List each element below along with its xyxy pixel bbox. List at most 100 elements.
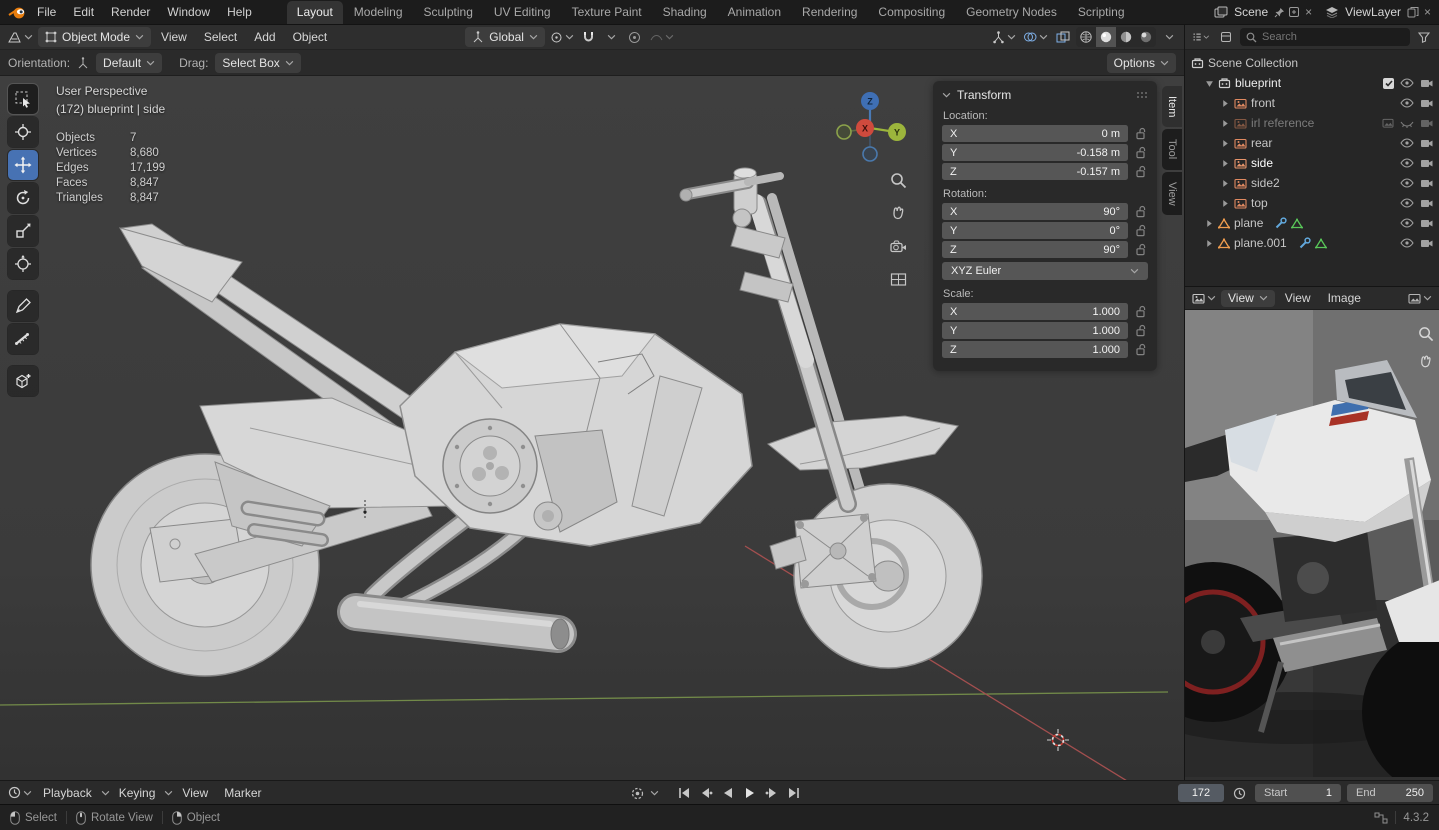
outliner-row-rear[interactable]: rear: [1185, 133, 1439, 153]
tab-sculpting[interactable]: Sculpting: [414, 1, 483, 24]
preview-range-clock-icon[interactable]: [1230, 784, 1249, 803]
outliner-row-plane[interactable]: plane: [1185, 213, 1439, 233]
eye-icon[interactable]: [1400, 138, 1414, 148]
show-gizmo-button[interactable]: [990, 27, 1018, 47]
modifier-wrench-icon[interactable]: [1299, 237, 1311, 249]
menu-edit[interactable]: Edit: [65, 2, 102, 22]
tab-shading[interactable]: Shading: [653, 1, 717, 24]
browse-image-icon[interactable]: [1406, 288, 1434, 308]
menu-ie-view[interactable]: View: [1278, 289, 1318, 307]
disclosure-right-icon[interactable]: [1221, 99, 1230, 108]
filter-funnel-icon[interactable]: [1414, 27, 1434, 47]
lock-icon[interactable]: [1136, 305, 1148, 318]
camera-icon[interactable]: [1420, 118, 1433, 128]
outliner-row-side2[interactable]: side2: [1185, 173, 1439, 193]
camera-icon[interactable]: [1420, 238, 1433, 248]
tab-geometry-nodes[interactable]: Geometry Nodes: [956, 1, 1067, 24]
tab-animation[interactable]: Animation: [718, 1, 791, 24]
menu-file[interactable]: File: [29, 2, 64, 22]
outliner-row-front[interactable]: front: [1185, 93, 1439, 113]
blender-logo-icon[interactable]: [6, 6, 28, 19]
hand-icon[interactable]: [888, 203, 908, 223]
camera-icon[interactable]: [1420, 158, 1433, 168]
modifier-wrench-icon[interactable]: [1275, 217, 1288, 229]
outliner-row-blueprint[interactable]: blueprint: [1185, 73, 1439, 93]
camera-icon[interactable]: [1420, 138, 1433, 148]
hand-icon[interactable]: [1418, 354, 1434, 370]
eye-icon[interactable]: [1400, 98, 1414, 108]
start-frame-field[interactable]: Start 1: [1255, 784, 1341, 802]
timeline-editor-type-button[interactable]: [6, 783, 34, 803]
rotation-y-field[interactable]: Y 0°: [942, 222, 1128, 239]
camera-icon[interactable]: [1420, 218, 1433, 228]
shading-settings-chevron[interactable]: [1159, 27, 1179, 47]
shading-material-button[interactable]: [1116, 27, 1136, 47]
mesh-data-icon[interactable]: [1314, 237, 1327, 249]
shading-rendered-button[interactable]: [1136, 27, 1156, 47]
orientation-dropdown[interactable]: Default: [96, 52, 163, 73]
ortho-grid-icon[interactable]: [888, 269, 908, 289]
menu-object[interactable]: Object: [286, 28, 335, 46]
tweak-select-tool[interactable]: [8, 84, 38, 114]
collection-checkbox[interactable]: [1383, 77, 1394, 89]
tab-modeling[interactable]: Modeling: [344, 1, 413, 24]
tab-uv-editing[interactable]: UV Editing: [484, 1, 561, 24]
transform-orientation-dropdown[interactable]: Global: [465, 27, 545, 47]
jump-to-next-keyframe-button[interactable]: [762, 784, 781, 803]
viewlayer-selector[interactable]: ViewLayer: [1342, 5, 1404, 19]
lock-icon[interactable]: [1136, 324, 1148, 337]
show-overlays-button[interactable]: [1021, 27, 1050, 47]
location-y-field[interactable]: Y -0.158 m: [942, 144, 1128, 161]
snap-magnet-icon[interactable]: [579, 27, 599, 47]
editor-type-button[interactable]: [5, 27, 35, 47]
tab-texture-paint[interactable]: Texture Paint: [562, 1, 652, 24]
scene-selector[interactable]: Scene: [1231, 5, 1271, 19]
play-button[interactable]: [740, 784, 759, 803]
pin-icon[interactable]: [1274, 7, 1285, 18]
cursor-tool[interactable]: [8, 117, 38, 147]
jump-to-prev-keyframe-button[interactable]: [696, 784, 715, 803]
scale-z-field[interactable]: Z 1.000: [942, 341, 1128, 358]
outliner-row-irl-reference[interactable]: irl reference: [1185, 113, 1439, 133]
tab-tool[interactable]: Tool: [1162, 129, 1182, 170]
play-reverse-button[interactable]: [718, 784, 737, 803]
collapse-chevron-icon[interactable]: [942, 92, 951, 98]
menu-view[interactable]: View: [154, 28, 194, 46]
tab-view[interactable]: View: [1162, 171, 1182, 216]
jump-to-end-button[interactable]: [784, 784, 803, 803]
outliner-display-mode-icon[interactable]: [1216, 27, 1236, 47]
menu-add[interactable]: Add: [247, 28, 282, 46]
eye-icon[interactable]: [1400, 238, 1414, 248]
mode-dropdown[interactable]: Object Mode: [38, 27, 152, 47]
scene-browse-icon[interactable]: [1214, 6, 1228, 18]
disclosure-right-icon[interactable]: [1221, 119, 1230, 128]
disclosure-right-icon[interactable]: [1221, 139, 1230, 148]
shading-wireframe-button[interactable]: [1076, 27, 1096, 47]
shading-solid-button[interactable]: [1096, 27, 1116, 47]
outliner-row-scene-collection[interactable]: Scene Collection: [1185, 53, 1439, 73]
eye-icon[interactable]: [1400, 158, 1414, 168]
image-editor-type-button[interactable]: [1190, 288, 1218, 308]
eye-icon[interactable]: [1400, 78, 1414, 88]
scale-y-field[interactable]: Y 1.000: [942, 322, 1128, 339]
viewlayer-icon[interactable]: [1325, 6, 1339, 18]
menu-help[interactable]: Help: [219, 2, 260, 22]
search-input[interactable]: [1262, 31, 1404, 43]
proportional-editing-icon[interactable]: [625, 27, 645, 47]
lock-icon[interactable]: [1136, 165, 1148, 178]
pivot-point-button[interactable]: [548, 27, 576, 47]
disclosure-right-icon[interactable]: [1205, 239, 1214, 248]
3d-viewport[interactable]: User Perspective (172) blueprint | side …: [0, 76, 1184, 780]
auto-keying-button[interactable]: [628, 784, 647, 803]
current-frame-field[interactable]: 172: [1178, 784, 1224, 802]
lock-icon[interactable]: [1136, 243, 1148, 256]
scale-x-field[interactable]: X 1.000: [942, 303, 1128, 320]
menu-select[interactable]: Select: [197, 28, 244, 46]
disclosure-right-icon[interactable]: [1221, 179, 1230, 188]
disclosure-right-icon[interactable]: [1221, 159, 1230, 168]
outliner-row-side[interactable]: side: [1185, 153, 1439, 173]
disclosure-right-icon[interactable]: [1205, 219, 1214, 228]
end-frame-field[interactable]: End 250: [1347, 784, 1433, 802]
menu-ie-image[interactable]: Image: [1321, 289, 1368, 307]
lock-icon[interactable]: [1136, 146, 1148, 159]
